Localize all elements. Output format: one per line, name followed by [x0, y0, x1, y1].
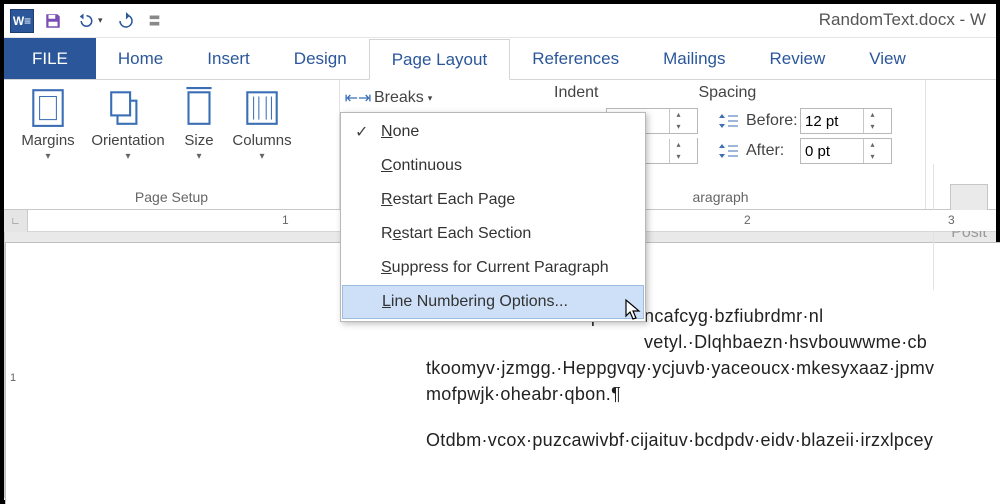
breaks-icon: ⇤⇥ — [348, 89, 368, 107]
tab-view[interactable]: View — [847, 38, 928, 79]
vertical-ruler[interactable]: 1 — [4, 232, 5, 498]
ribbon-tabs: FILE Home Insert Design Page Layout Refe… — [4, 38, 996, 80]
word-icon: W≡ — [10, 9, 34, 33]
save-button[interactable] — [44, 12, 62, 30]
tab-review[interactable]: Review — [747, 38, 847, 79]
columns-button[interactable]: Columns▾ — [226, 84, 298, 162]
quick-access-toolbar: ▾ 〓 — [44, 12, 161, 30]
tab-insert[interactable]: Insert — [185, 38, 272, 79]
group-page-setup: Margins▾ Orientation▾ Size▾ Columns▾ — [4, 80, 340, 209]
spacing-heading: Spacing — [698, 84, 756, 102]
size-button[interactable]: Size▾ — [172, 84, 226, 162]
menu-item-line-numbering-options[interactable]: Line Numbering Options... — [342, 285, 644, 319]
menu-item-suppress[interactable]: Suppress for Current Paragraph — [341, 251, 645, 285]
spin-down[interactable]: ▾ — [670, 121, 687, 133]
tab-references[interactable]: References — [510, 38, 641, 79]
spacing-after-label: After: — [746, 142, 794, 160]
body-text: Otdbm·vcox·puzcawivbf·cijaituv·bcdpdv·ei… — [426, 427, 1000, 453]
spacing-after-icon — [718, 142, 740, 160]
spacing-after-input[interactable]: ▴▾ — [800, 138, 892, 164]
tab-mailings[interactable]: Mailings — [641, 38, 747, 79]
title-bar: W≡ ▾ 〓 RandomText.docx - W — [4, 4, 996, 38]
line-numbers-menu: NNoneone Continuous Restart Each Page Re… — [340, 112, 646, 322]
orientation-button[interactable]: Orientation▾ — [84, 84, 172, 162]
repeat-button[interactable] — [117, 12, 135, 30]
ribbon: Margins▾ Orientation▾ Size▾ Columns▾ — [4, 80, 996, 210]
menu-item-restart-section[interactable]: Restart Each Section — [341, 217, 645, 251]
undo-button[interactable]: ▾ — [76, 12, 103, 30]
body-text: tkoomyv·jzmgg.·Heppgvqy·ycjuvb·yaceoucx·… — [426, 355, 1000, 381]
menu-item-continuous[interactable]: Continuous — [341, 149, 645, 183]
spacing-before-label: Before: — [746, 112, 794, 130]
margins-icon — [27, 86, 69, 128]
spacing-before-input[interactable]: ▴▾ — [800, 108, 892, 134]
margins-button[interactable]: Margins▾ — [12, 84, 84, 162]
tab-home[interactable]: Home — [96, 38, 185, 79]
tab-design[interactable]: Design — [272, 38, 369, 79]
size-icon — [178, 86, 220, 128]
menu-item-none[interactable]: NNoneone — [341, 115, 645, 149]
tab-selector[interactable]: ∟ — [4, 210, 28, 232]
spacing-before-icon — [718, 112, 740, 130]
body-text: vetyl.·Dlqhbaezn·hsvbouwwme·cb — [426, 329, 1000, 355]
body-text: mofpwjk·oheabr·qbon.¶ — [426, 381, 1000, 407]
indent-heading: Indent — [554, 84, 598, 102]
breaks-button[interactable]: ⇤⇥ Breaks▾ — [340, 84, 510, 112]
menu-item-restart-page[interactable]: Restart Each Page — [341, 183, 645, 217]
group-label-page-setup: Page Setup — [12, 187, 331, 209]
tab-page-layout[interactable]: Page Layout — [369, 39, 510, 80]
qat-customize-button[interactable]: 〓 — [149, 12, 161, 29]
orientation-icon — [107, 86, 149, 128]
columns-icon — [241, 86, 283, 128]
spin-up[interactable]: ▴ — [670, 109, 687, 121]
tab-file[interactable]: FILE — [4, 38, 96, 79]
document-title: RandomText.docx - W — [819, 10, 986, 30]
